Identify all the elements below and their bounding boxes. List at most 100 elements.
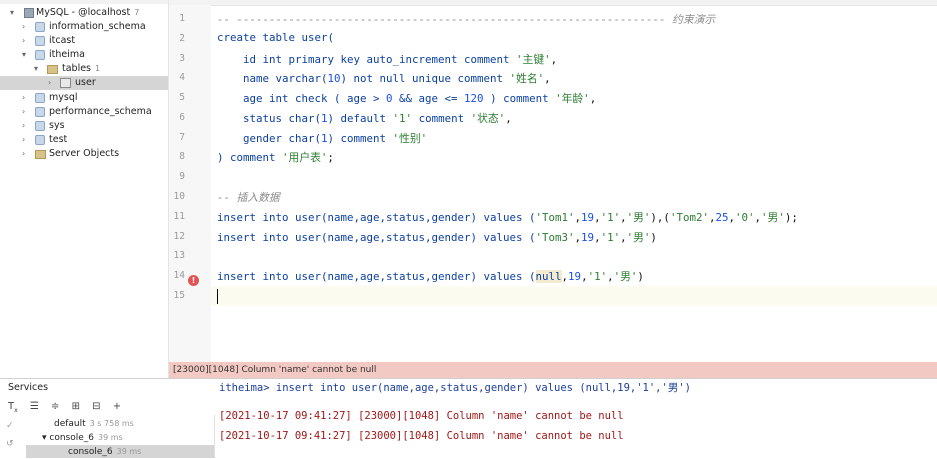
add-icon[interactable]: + (113, 401, 121, 412)
string-token: 'Tom1' (535, 211, 575, 224)
code-token: ; (327, 151, 334, 164)
service-item-console[interactable]: ▾ console_6 39 ms (42, 431, 123, 444)
code-token: insert into user(name,age,status,gender)… (217, 211, 536, 224)
string-token: '1' (587, 270, 608, 283)
code-token: ) comment (327, 132, 393, 145)
code-token: ) default (327, 112, 393, 125)
service-time: 39 ms (98, 433, 123, 442)
line-number: 13 (173, 250, 185, 261)
services-toolbar: Tx ☰ ≑ ⊞ ⊟ + (8, 401, 130, 414)
string-token: '男' (613, 270, 638, 283)
tree-item-tables[interactable]: ▾ tables 1 (0, 62, 168, 76)
expand-all-icon[interactable]: ☰ (30, 401, 39, 412)
schema-icon (35, 121, 45, 131)
console-error-line: [2021-10-17 09:41:27] [23000][1048] Colu… (219, 410, 624, 422)
string-token: '男' (761, 211, 785, 224)
service-item-default[interactable]: default 3 s 758 ms (54, 417, 134, 430)
tree-item-test[interactable]: › test (0, 133, 168, 147)
line-number: 3 (179, 53, 185, 64)
schema-icon (35, 135, 45, 145)
group-icon[interactable]: ⊞ (72, 401, 80, 412)
string-token: '1' (392, 112, 413, 125)
code-token: id int primary key auto_increment commen… (217, 53, 517, 66)
editor-toolbar-strip (169, 0, 937, 6)
code-line-2: create table user( (217, 31, 335, 44)
chevron-right-icon[interactable]: › (22, 34, 25, 48)
current-line-highlight (211, 286, 937, 306)
chevron-right-icon[interactable]: › (22, 147, 25, 161)
code-token: ) comment (217, 151, 283, 164)
line-number: 14 (173, 270, 185, 281)
chevron-right-icon[interactable]: › (22, 119, 25, 133)
number-token: 19 (581, 231, 595, 244)
null-token: null (535, 270, 562, 283)
line-number: 5 (179, 92, 185, 103)
chevron-right-icon[interactable]: › (22, 20, 25, 34)
chevron-right-icon[interactable]: › (22, 91, 25, 105)
tree-item-mysql[interactable]: › mysql (0, 91, 168, 105)
schema-icon (35, 50, 45, 60)
comment-text: -- -------------------------------------… (217, 13, 673, 26)
tree-item-user-table[interactable]: › user (0, 76, 168, 90)
string-token: '性别' (392, 132, 428, 145)
string-token: '男' (626, 211, 651, 224)
line-number: 1 (179, 13, 185, 24)
console-command-line: itheima> insert into user(name,age,statu… (219, 382, 691, 394)
tree-root-mysql[interactable]: ▾ MySQL - @localhost 7 (0, 6, 168, 20)
string-token: '状态' (470, 112, 506, 125)
tree-item-sys[interactable]: › sys (0, 119, 168, 133)
code-line-12: insert into user(name,age,status,gender)… (217, 231, 657, 244)
string-token: '主键' (516, 53, 551, 66)
number-token: 19 (568, 270, 582, 283)
code-token: && age <= (392, 92, 465, 105)
code-token: age int check ( age > (217, 92, 387, 105)
tree-item-label: test (49, 134, 68, 145)
chevron-down-icon[interactable]: ▾ (34, 62, 38, 76)
code-line-11: insert into user(name,age,status,gender)… (217, 211, 798, 224)
service-time: 39 ms (116, 447, 142, 456)
sql-editor[interactable]: 1 2 3 4 5 6 7 8 10 9 11 12 13 14 15 ! --… (169, 0, 937, 362)
tree-item-label: mysql (49, 92, 78, 103)
service-item-console-session[interactable]: console_6 39 ms (26, 445, 215, 458)
tree-item-itheima[interactable]: ▾ itheima (0, 48, 168, 62)
tree-item-performance-schema[interactable]: › performance_schema (0, 105, 168, 119)
string-token: 'Tom3' (535, 231, 575, 244)
code-token: ) not null unique comment (340, 72, 510, 85)
string-token: '1' (600, 231, 621, 244)
tree-item-label: tables (62, 63, 92, 74)
chevron-right-icon[interactable]: › (22, 105, 25, 119)
tree-root-badge: 7 (134, 8, 140, 17)
chevron-right-icon[interactable]: › (22, 133, 25, 147)
line-number: 10 (173, 191, 185, 202)
layout-icon[interactable]: ⊟ (92, 401, 100, 412)
transaction-icon[interactable]: Tx (8, 401, 18, 414)
console-output[interactable]: itheima> insert into user(name,age,statu… (215, 382, 937, 457)
services-panel: Services Tx ☰ ≑ ⊞ ⊟ + ✓ ↺ default 3 s 758… (0, 378, 937, 458)
string-token: '用户表' (282, 151, 328, 164)
string-token: 'Tom2' (669, 211, 709, 224)
comment-title: 约束演示 (672, 13, 716, 26)
explorer-toolbar-strip (0, 0, 168, 4)
tree-item-server-objects[interactable]: › Server Objects (0, 147, 168, 161)
line-gutter: 1 2 3 4 5 6 7 8 10 9 11 12 13 14 15 ! (169, 5, 211, 362)
tree-item-itcast[interactable]: › itcast (0, 34, 168, 48)
tree-item-information-schema[interactable]: › information_schema (0, 20, 168, 34)
collapse-all-icon[interactable]: ≑ (51, 401, 59, 412)
error-marker-icon[interactable]: ! (188, 275, 199, 286)
line-number: 8 (179, 151, 185, 162)
chevron-down-icon[interactable]: ▾ (22, 48, 26, 62)
number-token: 10 (327, 72, 341, 85)
line-number: 11 (173, 211, 185, 222)
chevron-right-icon[interactable]: › (48, 76, 51, 90)
code-token: gender char( (217, 132, 322, 145)
string-token: '姓名' (509, 72, 545, 85)
code-line-1: -- -------------------------------------… (217, 11, 715, 27)
table-icon (60, 78, 71, 88)
code-line-5: age int check ( age > 0 && age <= 120 ) … (217, 92, 597, 105)
chevron-down-icon[interactable]: ▾ (10, 6, 14, 20)
code-line-7: gender char(1) comment '性别' (217, 130, 427, 146)
service-label: console_6 (49, 433, 95, 443)
string-token: '男' (626, 231, 651, 244)
line-number: 4 (179, 72, 185, 83)
database-explorer: ▾ MySQL - @localhost 7 › information_sche… (0, 0, 169, 378)
